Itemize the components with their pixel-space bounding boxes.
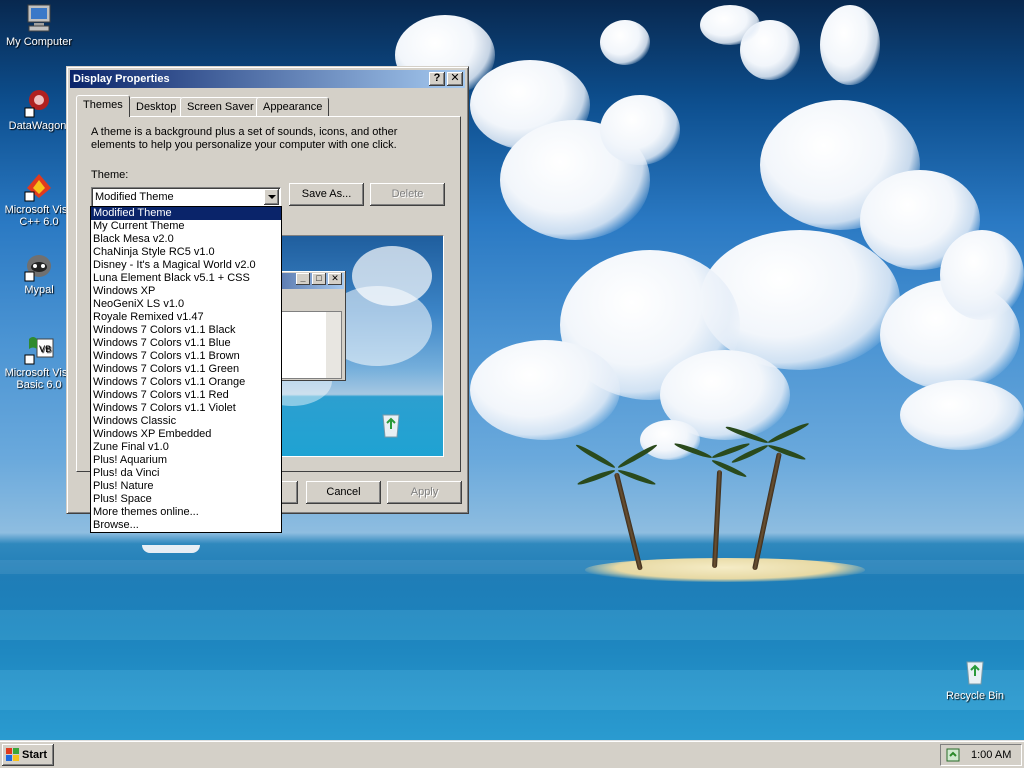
tab-screen-saver[interactable]: Screen Saver — [180, 97, 261, 116]
dropdown-item[interactable]: Windows 7 Colors v1.1 Violet — [91, 402, 281, 415]
theme-description: A theme is a background plus a set of so… — [91, 126, 398, 151]
apply-button[interactable]: Apply — [387, 481, 462, 504]
preview-recycle-bin-icon — [377, 411, 405, 442]
datawagon-icon — [23, 86, 55, 118]
clock[interactable]: 1:00 AM — [971, 749, 1011, 761]
dropdown-item[interactable]: Plus! Nature — [91, 480, 281, 493]
dropdown-item[interactable]: Windows 7 Colors v1.1 Red — [91, 389, 281, 402]
recycle-bin-icon — [959, 656, 991, 688]
taskbar: Start 1:00 AM — [0, 740, 1024, 768]
dropdown-item[interactable]: Plus! da Vinci — [91, 467, 281, 480]
dropdown-item[interactable]: Windows XP Embedded — [91, 428, 281, 441]
dropdown-item[interactable]: Zune Final v1.0 — [91, 441, 281, 454]
theme-select[interactable]: Modified Theme — [91, 187, 281, 207]
dropdown-item[interactable]: Plus! Aquarium — [91, 454, 281, 467]
start-button[interactable]: Start — [2, 744, 54, 766]
title-bar[interactable]: Display Properties ? ✕ — [70, 70, 465, 88]
dropdown-item[interactable]: Modified Theme — [91, 207, 281, 220]
desktop-icon-my-computer[interactable]: My Computer — [0, 2, 78, 48]
save-as-button[interactable]: Save As... — [289, 183, 364, 206]
dropdown-item[interactable]: Windows 7 Colors v1.1 Blue — [91, 337, 281, 350]
delete-button[interactable]: Delete — [370, 183, 445, 206]
sailboat — [142, 545, 200, 553]
dropdown-item[interactable]: Windows 7 Colors v1.1 Brown — [91, 350, 281, 363]
system-tray: 1:00 AM — [940, 744, 1022, 766]
mypal-icon — [23, 250, 55, 282]
dropdown-item[interactable]: Windows 7 Colors v1.1 Green — [91, 363, 281, 376]
dropdown-item[interactable]: Windows Classic — [91, 415, 281, 428]
tab-desktop[interactable]: Desktop — [129, 97, 184, 116]
tray-recycle-icon[interactable] — [945, 747, 961, 766]
dropdown-item[interactable]: ChaNinja Style RC5 v1.0 — [91, 246, 281, 259]
help-button[interactable]: ? — [429, 72, 445, 86]
tab-themes[interactable]: Themes — [76, 95, 130, 117]
visual-cpp-icon — [23, 170, 55, 202]
computer-icon — [23, 2, 55, 34]
dropdown-item[interactable]: More themes online... — [91, 506, 281, 519]
cancel-button[interactable]: Cancel — [306, 481, 381, 504]
dropdown-item[interactable]: Black Mesa v2.0 — [91, 233, 281, 246]
theme-label: Theme: — [91, 169, 129, 181]
dropdown-item[interactable]: My Current Theme — [91, 220, 281, 233]
close-icon: ✕ — [450, 72, 460, 84]
dropdown-item[interactable]: Browse... — [91, 519, 281, 532]
dropdown-item[interactable]: Windows 7 Colors v1.1 Orange — [91, 376, 281, 389]
windows-logo-icon — [6, 748, 20, 770]
theme-select-value: Modified Theme — [95, 191, 174, 203]
theme-dropdown-list[interactable]: Modified Theme My Current Theme Black Mesa… — [90, 206, 282, 533]
dropdown-item[interactable]: Plus! Space — [91, 493, 281, 506]
dropdown-item[interactable]: Royale Remixed v1.47 — [91, 311, 281, 324]
dropdown-item[interactable]: NeoGeniX LS v1.0 — [91, 298, 281, 311]
close-button[interactable]: ✕ — [447, 72, 463, 86]
dropdown-item[interactable]: Windows XP — [91, 285, 281, 298]
desktop-icon-recycle-bin[interactable]: Recycle Bin — [936, 656, 1014, 702]
dropdown-item[interactable]: Luna Element Black v5.1 + CSS — [91, 272, 281, 285]
visual-basic-icon: VB — [23, 333, 55, 365]
dropdown-item[interactable]: Windows 7 Colors v1.1 Black — [91, 324, 281, 337]
window-title: Display Properties — [73, 73, 170, 85]
island — [585, 558, 865, 582]
svg-text:VB: VB — [39, 345, 51, 355]
chevron-down-icon[interactable] — [264, 189, 279, 205]
dropdown-item[interactable]: Disney - It's a Magical World v2.0 — [91, 259, 281, 272]
tab-appearance[interactable]: Appearance — [256, 97, 330, 116]
